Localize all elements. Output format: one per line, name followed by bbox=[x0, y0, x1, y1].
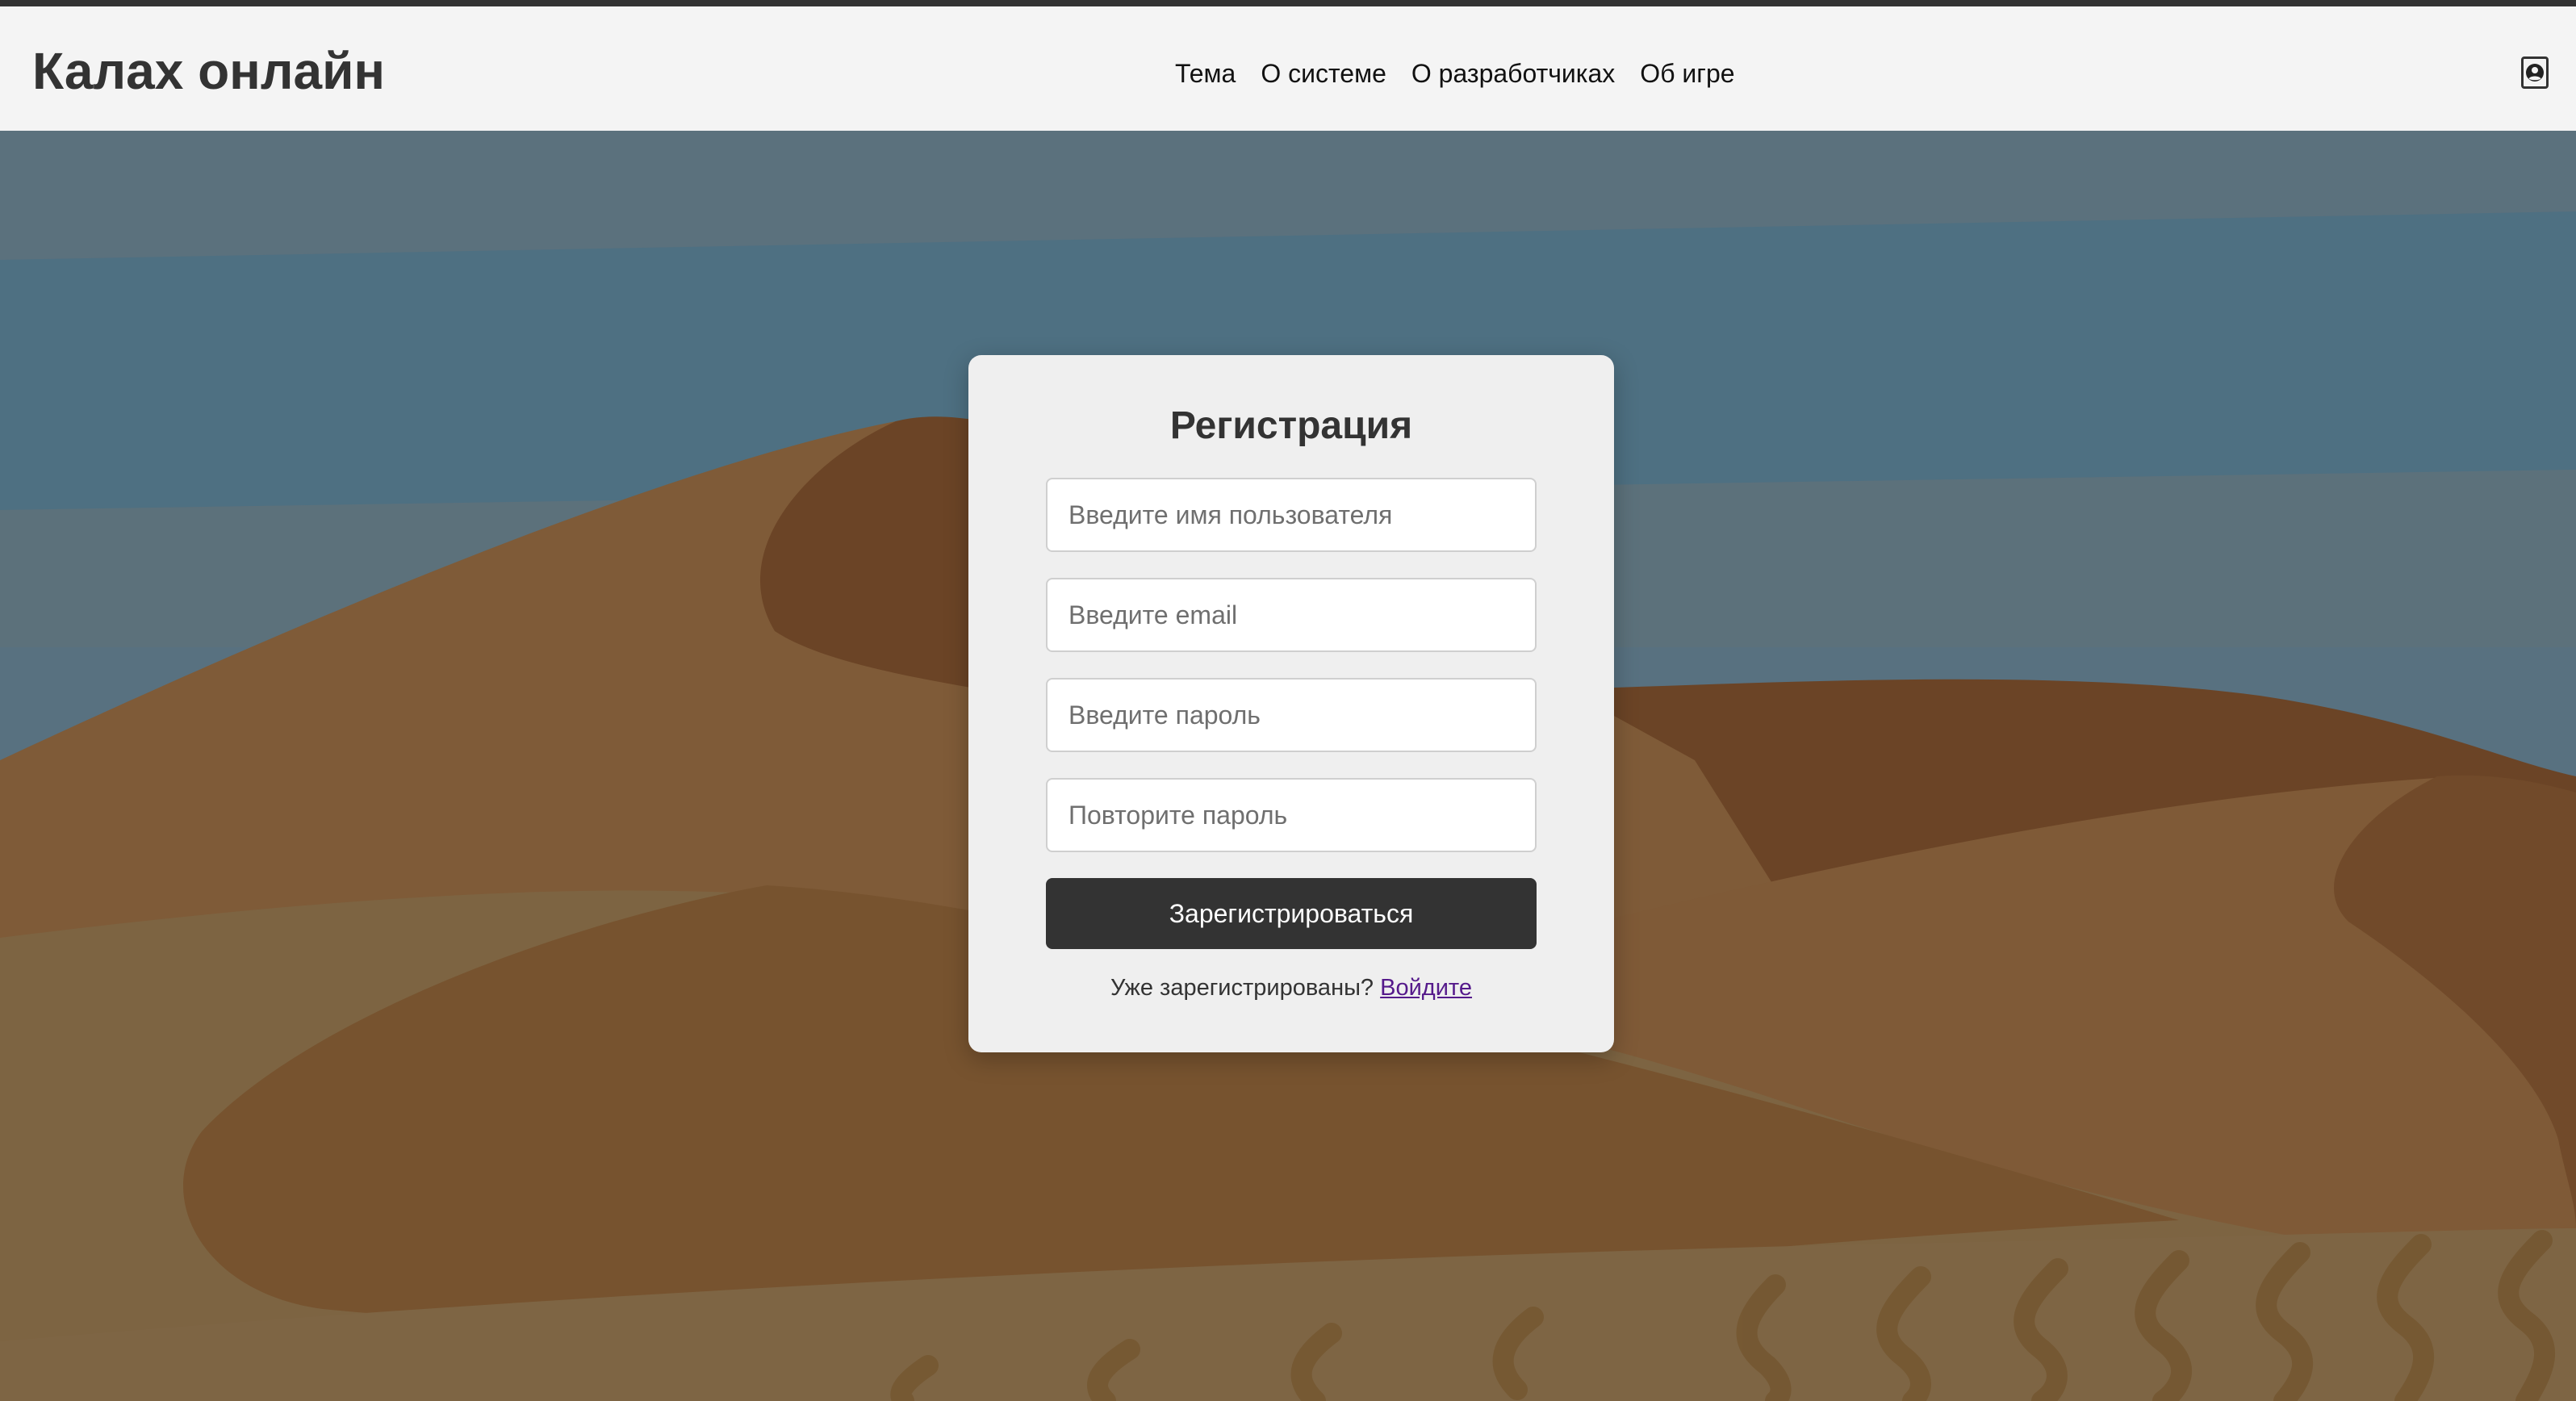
site-logo[interactable]: Калах онлайн bbox=[32, 37, 385, 105]
top-border bbox=[0, 0, 2576, 6]
email-input[interactable] bbox=[1046, 578, 1537, 652]
nav-item-about-game[interactable]: Об игре bbox=[1640, 52, 1734, 95]
password-input[interactable] bbox=[1046, 678, 1537, 752]
user-circle-icon bbox=[2526, 64, 2544, 82]
login-link[interactable]: Войдите bbox=[1380, 975, 1472, 1001]
registration-card: Регистрация Зарегистрироваться Уже зарег… bbox=[968, 355, 1614, 1052]
profile-button[interactable] bbox=[2521, 56, 2549, 89]
header: Калах онлайн Тема О системе О разработчи… bbox=[0, 6, 2576, 131]
register-button[interactable]: Зарегистрироваться bbox=[1046, 878, 1537, 949]
login-prompt-text: Уже зарегистрированы? bbox=[1110, 975, 1374, 1001]
main-nav: Тема О системе О разработчиках Об игре bbox=[1175, 52, 1735, 95]
repeat-password-input[interactable] bbox=[1046, 778, 1537, 852]
registration-title: Регистрация bbox=[1169, 404, 1413, 447]
login-prompt-line: Уже зарегистрированы? Войдите bbox=[968, 972, 1614, 1004]
username-input[interactable] bbox=[1046, 478, 1537, 552]
nav-item-about-system[interactable]: О системе bbox=[1261, 52, 1386, 95]
nav-item-about-developers[interactable]: О разработчиках bbox=[1411, 52, 1615, 95]
nav-item-theme[interactable]: Тема bbox=[1175, 52, 1236, 95]
